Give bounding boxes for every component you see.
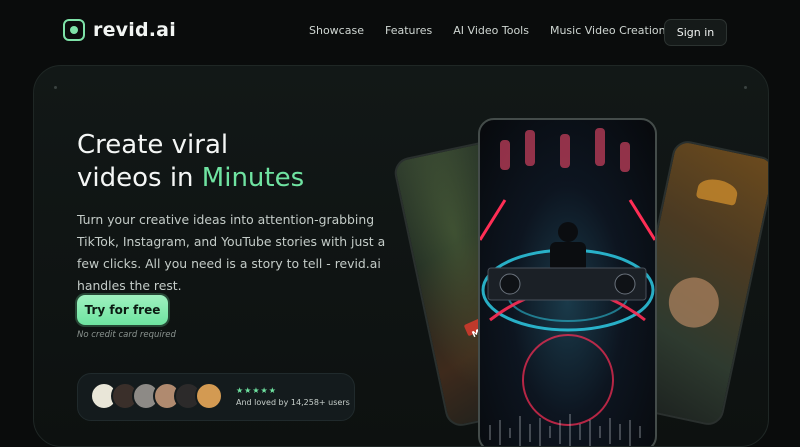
no-credit-card-note: No credit card required: [77, 330, 176, 340]
nav-link-ai-video-tools[interactable]: AI Video Tools: [453, 24, 529, 37]
headline-line-1: Create viral: [77, 130, 229, 160]
user-count: And loved by 14,258+ users: [236, 398, 350, 407]
brand-name: revid.ai: [93, 19, 176, 41]
logo[interactable]: revid.ai: [63, 19, 176, 41]
hero-section: Create viral videos in Minutes Turn your…: [33, 65, 769, 447]
hero-headline: Create viral videos in Minutes: [77, 129, 304, 195]
logo-icon: [63, 19, 85, 41]
phone-mockup-center: [478, 118, 657, 446]
top-nav: revid.ai Showcase Features AI Video Tool…: [0, 0, 800, 64]
headline-line-2: videos in: [77, 163, 202, 193]
sign-in-button[interactable]: Sign in: [664, 19, 727, 46]
nav-links: Showcase Features AI Video Tools Music V…: [309, 24, 666, 37]
rating-stars: ★★★★★: [236, 386, 277, 395]
hero-description: Turn your creative ideas into attention-…: [77, 212, 386, 293]
social-proof: ★★★★★ And loved by 14,258+ users: [77, 373, 355, 421]
corner-dot: [744, 86, 747, 89]
try-for-free-button[interactable]: Try for free: [77, 295, 168, 325]
nav-link-features[interactable]: Features: [385, 24, 432, 37]
corner-dot: [54, 86, 57, 89]
nav-link-showcase[interactable]: Showcase: [309, 24, 364, 37]
dj-scene-illustration: [480, 128, 655, 446]
avatar: [195, 382, 223, 410]
nav-link-music-video-creation[interactable]: Music Video Creation: [550, 24, 666, 37]
headline-accent: Minutes: [201, 163, 305, 193]
user-avatars: [90, 382, 223, 410]
